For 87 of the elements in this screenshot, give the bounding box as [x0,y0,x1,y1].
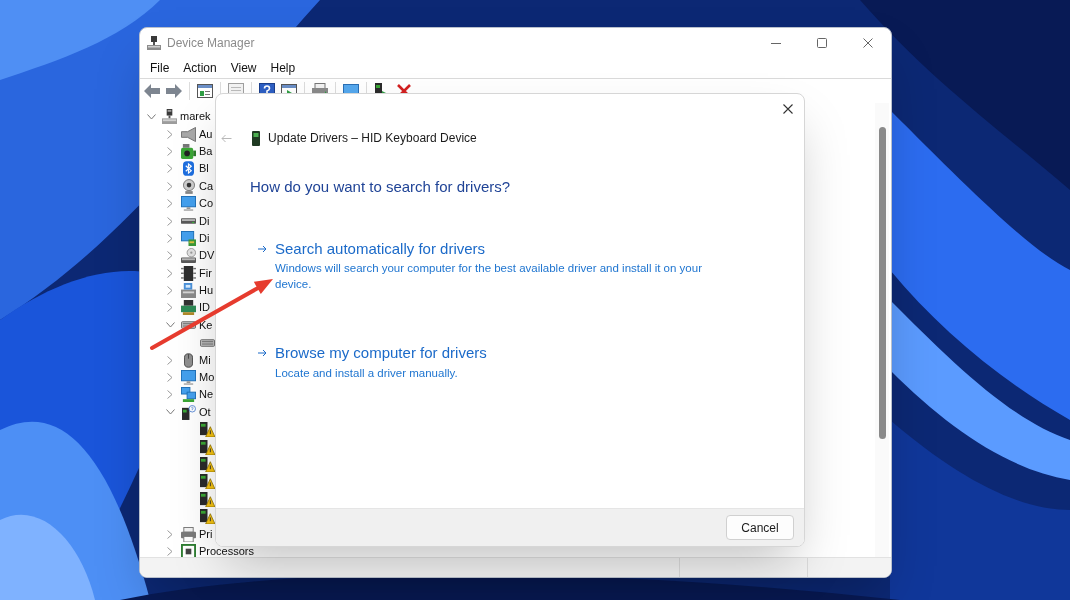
circuit-board-icon [181,300,196,316]
window-list-icon[interactable] [197,84,213,98]
input-device-icon [181,283,196,299]
warning-device-icon[interactable] [200,491,215,507]
chevron-right-icon[interactable] [167,355,173,365]
dialog-heading: How do you want to search for drivers? [250,177,511,197]
warning-device-icon[interactable] [200,474,215,490]
device-question-icon [181,404,196,420]
scrollbar-thumb[interactable] [878,127,886,439]
menu-item[interactable]: View [223,61,264,75]
monitor-card-icon [181,230,196,246]
chevron-down-icon[interactable] [165,322,175,329]
tree-item-label[interactable]: Ba [199,146,213,156]
computer-icon [162,109,177,125]
tree-item-label[interactable]: Ot [199,407,211,417]
chevron-right-icon[interactable] [167,286,173,296]
webcam-icon [182,178,195,194]
chevron-right-icon[interactable] [167,303,173,313]
chip-icon [181,265,196,281]
cancel-button[interactable]: Cancel [726,515,794,540]
tree-item-label[interactable]: Ne [199,390,214,400]
chevron-right-icon[interactable] [167,251,173,261]
tree-item-label[interactable]: Au [199,129,213,139]
mouse-icon [184,352,193,368]
tree-item-label[interactable]: Ke [199,320,213,330]
warning-device-icon[interactable] [200,509,215,525]
maximize-icon[interactable] [817,38,827,48]
bluetooth-icon [183,161,194,177]
chevron-right-icon[interactable] [167,390,173,400]
close-icon[interactable] [783,104,793,114]
chevron-right-icon[interactable] [167,181,173,191]
menu-item[interactable]: File [143,61,177,75]
chevron-right-icon[interactable] [167,268,173,278]
chevron-down-icon[interactable] [165,409,175,416]
tree-item-label[interactable]: DV [199,251,215,261]
dialog-title: Update Drivers – HID Keyboard Device [268,131,477,145]
monitor-icon [181,370,196,386]
option-description: Locate and install a driver manually. [275,366,459,381]
device-icon [252,130,260,146]
chevron-right-icon[interactable] [167,129,173,139]
warning-device-icon[interactable] [200,422,215,438]
option-description: Windows will search your computer for the best available driver and install it on your device. [275,261,703,292]
tree-item-label[interactable]: Pri [199,529,213,539]
computer-icon [147,36,161,50]
warning-device-icon[interactable] [200,457,215,472]
chevron-right-icon[interactable] [167,546,173,556]
back-arrow-icon[interactable] [144,84,160,98]
speaker-icon [181,126,196,142]
printer-icon [181,526,196,542]
window-title: Device Manager [167,36,255,50]
option-link[interactable]: Browse my computer for drivers [275,343,487,363]
chevron-right-icon[interactable] [167,146,173,156]
tree-item-label[interactable]: Ca [199,181,214,191]
monitor-icon [181,196,196,212]
chevron-right-icon[interactable] [167,164,173,174]
network-icon [181,387,196,403]
keyboard-icon [181,321,196,330]
keyboard-icon[interactable] [200,338,215,347]
tree-item-label[interactable]: Di [199,216,210,226]
arrow-right-icon[interactable] [258,245,267,253]
tree-item-label[interactable]: Bl [199,164,209,174]
tree-item-label[interactable]: Di [199,233,210,243]
tree-item-label[interactable]: ID [199,303,210,313]
tree-item-label[interactable]: Co [199,199,214,209]
close-icon[interactable] [863,38,873,48]
menu-item[interactable]: Help [263,61,303,75]
disc-drive-icon [181,248,196,264]
minimize-icon[interactable] [771,42,781,44]
arrow-right-icon[interactable] [258,349,267,357]
tree-item-label[interactable]: Processors [199,546,255,556]
chevron-right-icon[interactable] [167,199,173,209]
warning-device-icon[interactable] [200,439,215,455]
chevron-right-icon[interactable] [167,529,173,539]
drive-icon [181,218,196,225]
chevron-down-icon[interactable] [146,113,156,120]
chevron-right-icon[interactable] [167,233,173,243]
tree-item-label[interactable]: Hu [199,286,214,296]
chevron-right-icon[interactable] [167,216,173,226]
tree-item-label[interactable]: marek [180,112,211,122]
menu-item[interactable]: Action [176,61,224,75]
forward-arrow-icon[interactable] [166,84,182,98]
chevron-right-icon[interactable] [167,373,173,383]
tree-item-label[interactable]: Mi [199,355,211,365]
tree-item-label[interactable]: Fir [199,268,212,278]
battery-icon [181,143,196,159]
tree-item-label[interactable]: Mo [199,373,215,383]
option-link[interactable]: Search automatically for drivers [275,239,486,259]
